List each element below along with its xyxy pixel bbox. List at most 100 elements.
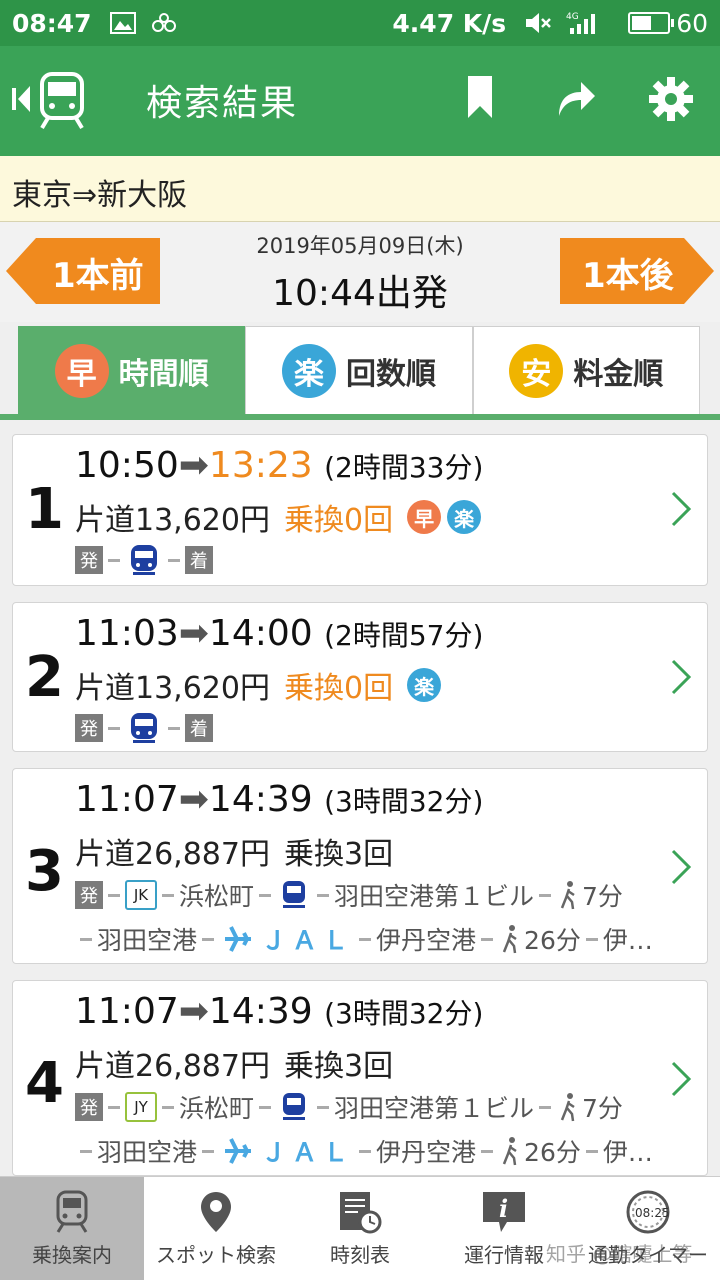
previous-train-button[interactable]: 1本前 bbox=[6, 238, 160, 304]
previous-train-label: 1本前 bbox=[52, 256, 144, 296]
station: 浜松町 bbox=[179, 1094, 255, 1123]
chevron-right-icon bbox=[671, 1061, 692, 1097]
result-fare-row: 片道26,887円 乗換3回 bbox=[75, 1041, 393, 1085]
nav-label: 乗換案内 bbox=[32, 1243, 112, 1267]
tab-label: 料金順 bbox=[573, 357, 664, 392]
settings-button[interactable] bbox=[648, 76, 694, 126]
shinkansen-icon bbox=[129, 711, 159, 745]
arrow-right-icon: ➡ bbox=[178, 779, 209, 820]
transfer-count: 乗換0回 bbox=[283, 671, 394, 706]
fare: 片道13,620円 bbox=[75, 503, 270, 538]
tab-label: 回数順 bbox=[345, 357, 436, 392]
timetable-icon bbox=[338, 1189, 382, 1235]
result-card-3[interactable]: 3 11:07➡14:39 (3時間32分) 片道26,887円 乗換3回 発 … bbox=[12, 768, 708, 964]
result-number: 3 bbox=[25, 839, 64, 904]
battery-level: 60 bbox=[676, 8, 708, 38]
route-segments-continued: 羽田空港 ＪＡＬ 伊丹空港 26分 伊… bbox=[75, 921, 653, 957]
bookmark-icon bbox=[468, 76, 492, 118]
walk-time: 7分 bbox=[582, 882, 623, 911]
depart-marker: 発 bbox=[75, 714, 103, 742]
signal-icon: 4G bbox=[566, 10, 604, 36]
status-bar: 08:47 4.47 K/s 4G 60 bbox=[0, 0, 720, 46]
route-summary: 東京⇒新大阪 bbox=[0, 156, 720, 222]
gallery-icon bbox=[109, 12, 136, 34]
next-train-button[interactable]: 1本後 bbox=[560, 238, 714, 304]
transfer-count: 乗換3回 bbox=[283, 1049, 394, 1084]
arrival-time: 13:23 bbox=[208, 445, 313, 486]
fare: 片道26,887円 bbox=[75, 1049, 270, 1084]
tab-sort-transfers[interactable]: 楽 回数順 bbox=[245, 326, 473, 416]
share-nodes-icon bbox=[150, 12, 178, 34]
monorail-icon bbox=[280, 879, 308, 911]
duration: (3時間32分) bbox=[324, 997, 484, 1030]
duration: (3時間32分) bbox=[324, 785, 484, 818]
network-type: 4G bbox=[566, 12, 579, 22]
walk-icon bbox=[502, 924, 520, 954]
airplane-icon bbox=[223, 1137, 253, 1165]
route-segments: 発 着 bbox=[75, 711, 213, 745]
arrival-time: 14:39 bbox=[208, 991, 313, 1032]
bookmark-button[interactable] bbox=[466, 76, 494, 124]
result-times: 11:03➡14:00 (2時間57分) bbox=[75, 613, 483, 654]
station: 羽田空港第１ビル bbox=[334, 1094, 535, 1123]
departure-time: 11:07 bbox=[75, 991, 179, 1032]
airline: ＪＡＬ bbox=[261, 926, 355, 955]
battery-indicator: 60 bbox=[628, 9, 708, 38]
tab-label: 時間順 bbox=[118, 357, 209, 392]
result-fare-row: 片道13,620円 乗換0回 楽 bbox=[75, 663, 442, 707]
result-number: 4 bbox=[25, 1051, 64, 1116]
tab-underline bbox=[0, 414, 720, 420]
result-card-1[interactable]: 1 10:50➡13:23 (2時間33分) 片道13,620円 乗換0回 早 … bbox=[12, 434, 708, 586]
nav-transfer-guide[interactable]: 乗換案内 bbox=[0, 1177, 144, 1280]
walk-icon bbox=[560, 1092, 578, 1122]
result-number: 2 bbox=[25, 645, 64, 710]
arrival-time: 14:00 bbox=[208, 613, 313, 654]
mute-icon bbox=[524, 11, 552, 35]
network-speed: 4.47 K/s bbox=[392, 8, 507, 38]
walk-time: 7分 bbox=[582, 1094, 623, 1123]
date-navigation: 1本前 2019年05月09日(木) 10:44出発 1本後 bbox=[0, 222, 720, 322]
share-button[interactable] bbox=[553, 76, 597, 124]
timer-icon: 08:25 bbox=[625, 1189, 671, 1235]
back-train-button[interactable] bbox=[10, 72, 90, 132]
result-times: 11:07➡14:39 (3時間32分) bbox=[75, 991, 483, 1032]
departure-time: 11:07 bbox=[75, 779, 179, 820]
depart-marker: 発 bbox=[75, 881, 103, 909]
departure-time: 11:03 bbox=[75, 613, 179, 654]
cheap-icon: 安 bbox=[509, 344, 564, 398]
route-segments: 発 JK 浜松町 羽田空港第１ビル 7分 bbox=[75, 877, 623, 913]
share-arrow-icon bbox=[559, 82, 595, 116]
tab-sort-fare[interactable]: 安 料金順 bbox=[472, 326, 700, 416]
arrow-right-icon: ➡ bbox=[178, 991, 209, 1032]
walk-icon bbox=[502, 1136, 520, 1166]
train-back-icon bbox=[12, 72, 84, 130]
route-segments-continued: 羽田空港 ＪＡＬ 伊丹空港 26分 伊… bbox=[75, 1133, 653, 1169]
station: 伊… bbox=[602, 1138, 653, 1167]
station: 伊丹空港 bbox=[376, 1138, 477, 1167]
departure-time: 10:44出発 bbox=[272, 273, 448, 314]
station: 伊丹空港 bbox=[376, 926, 477, 955]
fare: 片道26,887円 bbox=[75, 837, 270, 872]
tab-sort-time[interactable]: 早 時間順 bbox=[18, 326, 246, 416]
status-time: 08:47 bbox=[12, 8, 92, 38]
fast-badge-icon: 早 bbox=[407, 500, 442, 534]
fast-icon: 早 bbox=[54, 344, 109, 398]
fare: 片道13,620円 bbox=[75, 671, 270, 706]
watermark: 知乎 @瞎嚏上等 bbox=[546, 1242, 693, 1266]
monorail-icon bbox=[280, 1091, 308, 1123]
route-segments: 発 JY 浜松町 羽田空港第１ビル 7分 bbox=[75, 1089, 623, 1125]
duration: (2時間33分) bbox=[324, 451, 484, 484]
result-card-4[interactable]: 4 11:07➡14:39 (3時間32分) 片道26,887円 乗換3回 発 … bbox=[12, 980, 708, 1176]
depart-marker: 発 bbox=[75, 1093, 103, 1121]
svg-text:i: i bbox=[499, 1194, 508, 1223]
arrow-right-icon: ➡ bbox=[178, 613, 209, 654]
next-train-label: 1本後 bbox=[582, 256, 674, 296]
nav-spot-search[interactable]: スポット検索 bbox=[144, 1177, 288, 1280]
nav-timetable[interactable]: 時刻表 bbox=[288, 1177, 432, 1280]
depart-marker: 発 bbox=[75, 546, 103, 574]
walk-icon bbox=[560, 880, 578, 910]
chevron-right-icon bbox=[671, 491, 692, 527]
walk-time: 26分 bbox=[524, 926, 581, 955]
chevron-right-icon bbox=[671, 659, 692, 695]
result-card-2[interactable]: 2 11:03➡14:00 (2時間57分) 片道13,620円 乗換0回 楽 … bbox=[12, 602, 708, 752]
